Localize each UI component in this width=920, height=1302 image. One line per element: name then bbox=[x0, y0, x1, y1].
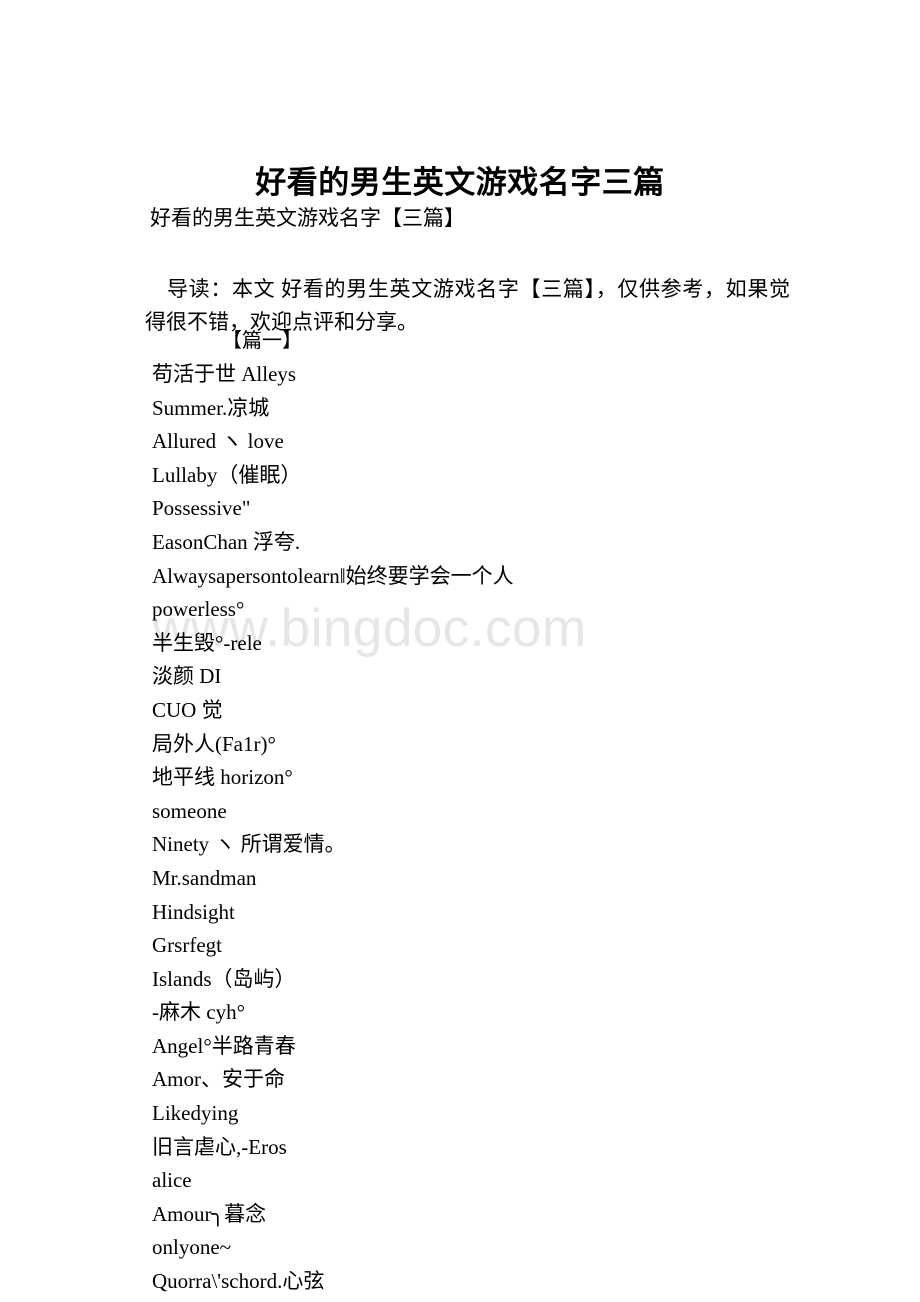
list-item: Ninety ヽ 所谓爱情。 bbox=[152, 832, 346, 857]
list-item: someone bbox=[152, 798, 227, 823]
section-heading-part-one: 【篇一】 bbox=[222, 330, 302, 352]
list-item: alice bbox=[152, 1168, 192, 1193]
list-item: Hindsight bbox=[152, 899, 235, 924]
document-subtitle: 好看的男生英文游戏名字【三篇】 bbox=[150, 206, 465, 230]
list-item: 旧言虐心,-Eros bbox=[152, 1134, 287, 1159]
list-item: Mr.sandman bbox=[152, 865, 257, 890]
list-item: Amour╮暮念 bbox=[152, 1201, 267, 1226]
game-name-list: 苟活于世 Alleys Summer.凉城 Allured ヽ love Lul… bbox=[152, 358, 852, 1299]
list-item: 地平线 horizon° bbox=[152, 765, 293, 790]
list-item: -麻木 cyh° bbox=[152, 1000, 245, 1025]
list-item: Alwaysapersontolearn‖始终要学会一个人 bbox=[152, 563, 514, 588]
list-item: CUO 觉 bbox=[152, 697, 223, 722]
list-item: Lullaby（催眠） bbox=[152, 462, 302, 487]
list-item: Allured ヽ love bbox=[152, 429, 284, 454]
list-item: 半生毁°-rele bbox=[152, 630, 262, 655]
list-item: 局外人(Fa1r)° bbox=[152, 731, 276, 756]
list-item: Summer.凉城 bbox=[152, 395, 270, 420]
list-item: Quorra\'schord.心弦 bbox=[152, 1269, 325, 1294]
list-item: onlyone~ bbox=[152, 1235, 232, 1260]
list-item: EasonChan 浮夸. bbox=[152, 529, 301, 554]
document-page: www.bingdoc.com 好看的男生英文游戏名字三篇 好看的男生英文游戏名… bbox=[0, 0, 920, 1302]
list-item: Grsrfegt bbox=[152, 933, 222, 958]
list-item: 淡颜 DI bbox=[152, 664, 222, 689]
list-item: 苟活于世 Alleys bbox=[152, 362, 297, 386]
list-item: Islands（岛屿） bbox=[152, 966, 296, 991]
list-item: Likedying bbox=[152, 1101, 239, 1126]
list-item: Possessive" bbox=[152, 496, 251, 521]
page-title: 好看的男生英文游戏名字三篇 bbox=[255, 164, 665, 200]
list-item: Amor、安于命 bbox=[152, 1067, 285, 1092]
list-item: powerless° bbox=[152, 597, 245, 622]
list-item: Angel°半路青春 bbox=[152, 1033, 296, 1058]
